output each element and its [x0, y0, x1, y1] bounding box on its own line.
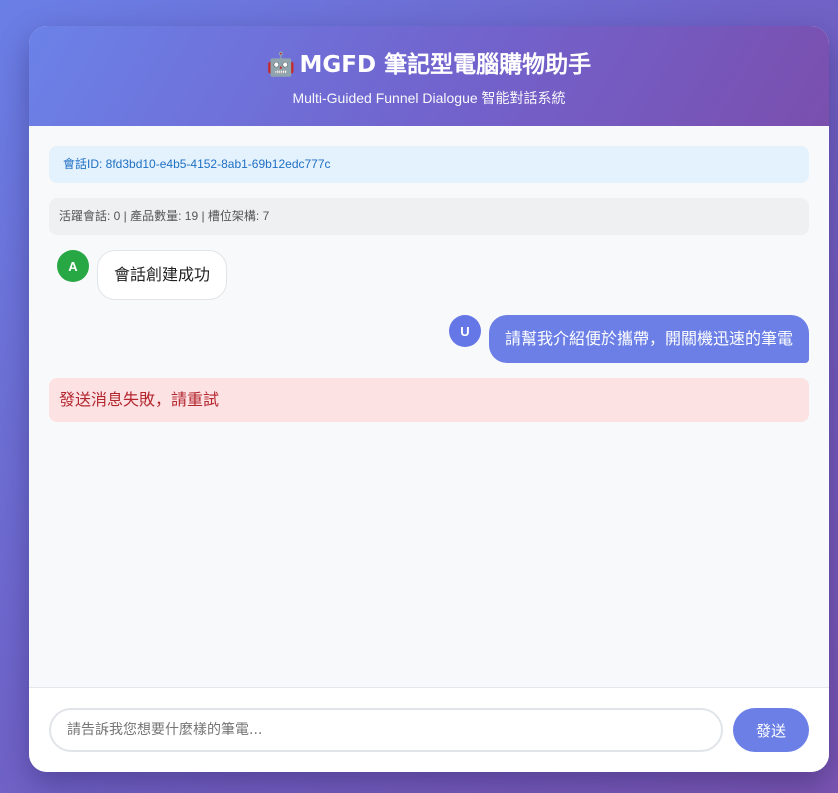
session-id-info: 會話ID: 8fd3bd10-e4b5-4152-8ab1-69b12edc77… — [49, 146, 809, 183]
system-stats: 活躍會話: 0 | 產品數量: 19 | 槽位架構: 7 — [49, 198, 809, 235]
chat-area[interactable]: 會話ID: 8fd3bd10-e4b5-4152-8ab1-69b12edc77… — [29, 126, 829, 687]
message-composer: 發送 — [29, 687, 829, 772]
page-title: 🤖 MGFD 筆記型電腦購物助手 — [29, 50, 829, 80]
page-subtitle: Multi-Guided Funnel Dialogue 智能對話系統 — [292, 90, 566, 106]
assistant-message-bubble: 會話創建成功 — [97, 250, 228, 300]
user-message: U 請幫我介紹便於攜帶，開關機迅速的筆電 — [49, 315, 809, 363]
message-input[interactable] — [49, 708, 723, 752]
page-title-text: MGFD 筆記型電腦購物助手 — [299, 52, 592, 78]
robot-icon: 🤖 — [266, 52, 296, 78]
error-message: 發送消息失敗，請重試 — [49, 378, 809, 422]
user-avatar: U — [448, 315, 481, 347]
assistant-avatar: A — [57, 250, 89, 282]
chat-app-window: 🤖 MGFD 筆記型電腦購物助手 Multi-Guided Funnel Dial… — [29, 26, 829, 772]
assistant-message: A 會話創建成功 — [49, 250, 809, 300]
app-header: 🤖 MGFD 筆記型電腦購物助手 Multi-Guided Funnel Dial… — [29, 26, 829, 126]
send-button[interactable]: 發送 — [733, 708, 809, 752]
user-message-bubble: 請幫我介紹便於攜帶，開關機迅速的筆電 — [488, 315, 809, 363]
